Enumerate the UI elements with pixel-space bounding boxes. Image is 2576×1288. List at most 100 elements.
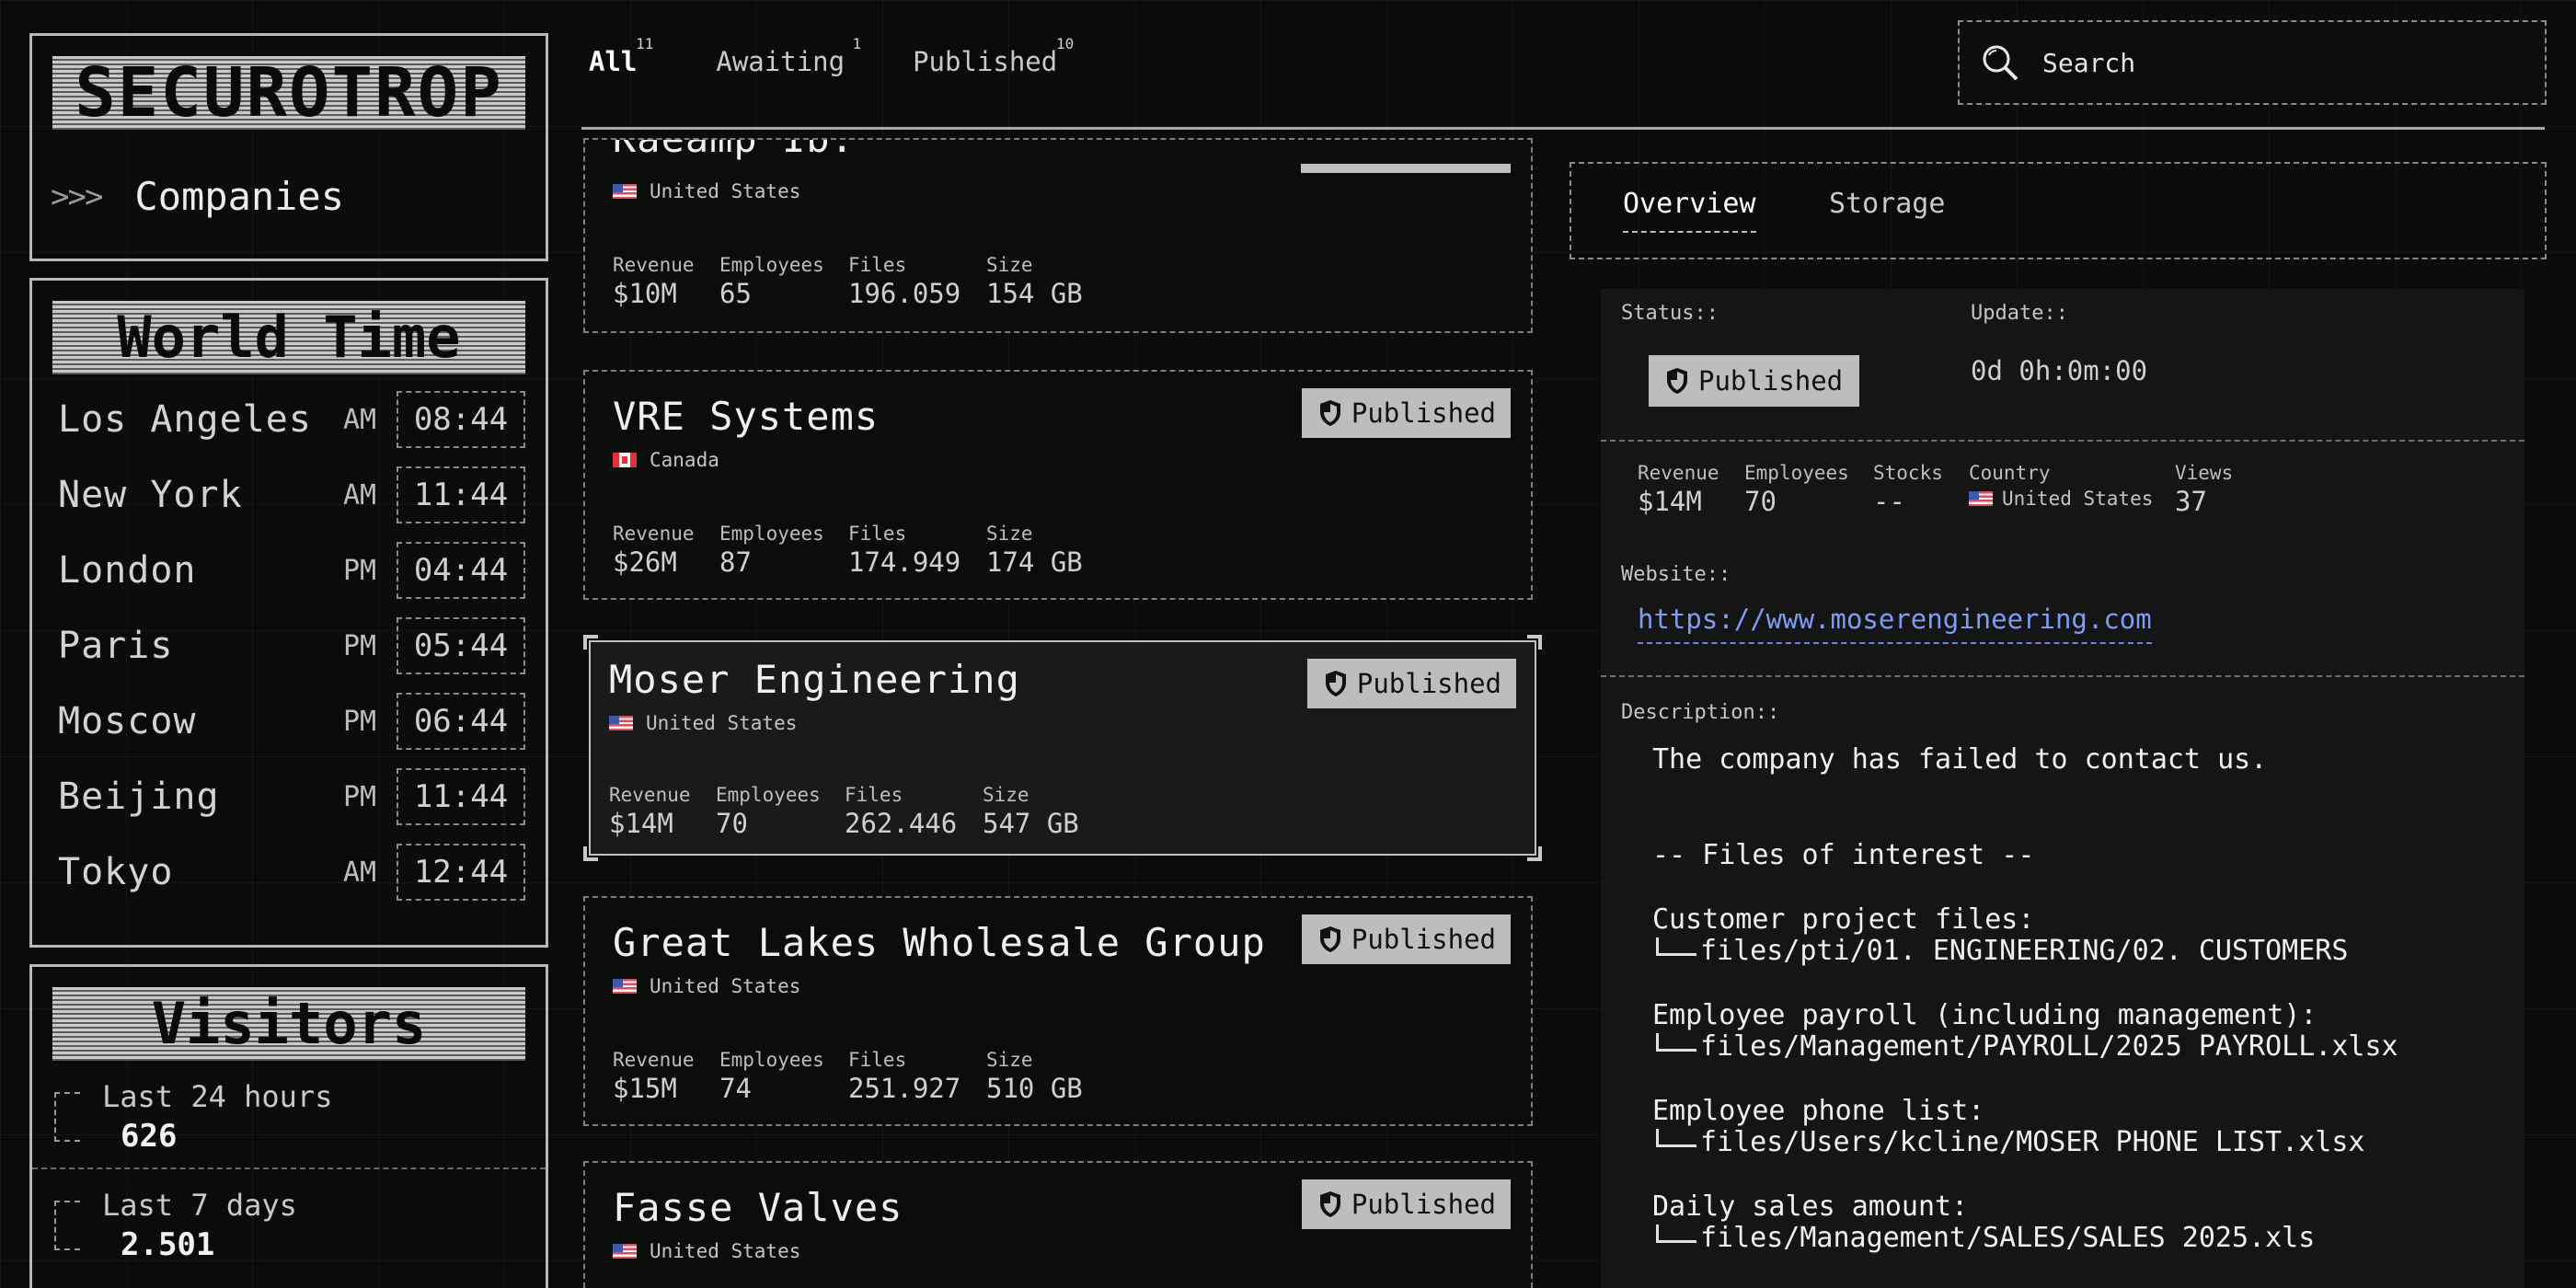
stat-label: Size xyxy=(986,523,1033,545)
company-country: United States xyxy=(613,975,800,997)
city-name: Moscow xyxy=(58,700,197,742)
us-flag-icon xyxy=(613,979,637,994)
company-card[interactable]: Great Lakes Wholesale Group United State… xyxy=(583,896,1533,1126)
status-label: Status:: xyxy=(1621,302,1719,325)
stat-value: -- xyxy=(1873,486,1905,517)
tab-count: 10 xyxy=(1055,35,1075,52)
stat-value-country: United States xyxy=(1969,488,2175,510)
search-bar[interactable] xyxy=(1958,20,2547,105)
tree-branch-icon xyxy=(1656,937,1696,956)
tab-published[interactable]: Published 10 xyxy=(913,33,1074,98)
company-stats: Revenue $14M Employees 70 Files 262.446 Siz… xyxy=(609,784,1079,839)
stat-label: Employees xyxy=(1744,462,1849,484)
visitor-stat: Last 7 days 2.501 xyxy=(32,1179,546,1280)
file-path: files/Users/kcline/MOSER PHONE LIST.xlsx xyxy=(1652,1126,2364,1158)
stat-revenue: $14M xyxy=(609,808,673,839)
website-link[interactable]: https://www.moserengineering.com xyxy=(1638,604,2152,644)
stat-value: 37 xyxy=(2175,486,2207,517)
stat-label: Revenue xyxy=(609,784,691,806)
visitor-count: 2.501 xyxy=(121,1226,215,1263)
company-stats: Revenue $26M Employees 87 Files 174.949 Siz… xyxy=(613,523,1083,578)
tab-storage[interactable]: Storage xyxy=(1829,188,1945,231)
description-text: Customer project files: xyxy=(1652,903,2035,936)
city-name: London xyxy=(58,549,197,592)
tab-all[interactable]: All 11 xyxy=(589,33,653,98)
tab-overview[interactable]: Overview xyxy=(1623,188,1756,233)
stat-employees: 70 xyxy=(716,808,748,839)
company-card[interactable]: Fasse Valves United States Published xyxy=(583,1161,1533,1288)
visitor-stat: Last 24 hours 626 xyxy=(32,1070,546,1171)
search-input[interactable] xyxy=(2042,47,2521,78)
country-label: United States xyxy=(646,712,798,734)
detail-status-badge: Published xyxy=(1649,355,1860,407)
file-path-text: files/Management/SALES/SALES 2025.xls xyxy=(1700,1222,2316,1254)
badge-label: Published xyxy=(1698,365,1844,397)
website-label: Website:: xyxy=(1621,563,1731,586)
description-text: Employee phone list: xyxy=(1652,1095,1985,1127)
clock-value: 11:44 xyxy=(397,768,525,825)
corner-marker xyxy=(583,635,598,650)
time-row: Paris PM 05:44 xyxy=(58,614,529,678)
clock-value: 08:44 xyxy=(397,391,525,448)
divider xyxy=(1601,440,2524,442)
company-stats: Revenue $15M Employees 74 Files 251.927 Siz… xyxy=(613,1049,1083,1104)
nav-item-label: Companies xyxy=(134,174,344,219)
stat-value: $14M xyxy=(1638,486,1702,517)
company-name: Kaeamp Ib. xyxy=(613,140,855,161)
stat-value: 70 xyxy=(1744,486,1777,517)
status-badge: Published xyxy=(1301,388,1511,438)
ampm: PM xyxy=(343,780,377,813)
ampm: AM xyxy=(343,856,377,889)
stat-label: Files xyxy=(848,254,907,276)
chevrons-right-icon: >>> xyxy=(51,178,103,215)
tree-branch-icon xyxy=(1656,1129,1696,1147)
company-card[interactable]: VRE Systems Canada Published Revenue $26M… xyxy=(583,370,1533,600)
status-badge: Published xyxy=(1301,1179,1511,1229)
stat-employees: 74 xyxy=(719,1073,752,1104)
country-label: United States xyxy=(650,975,801,997)
stat-files: 251.927 xyxy=(848,1073,961,1104)
stat-size: 547 GB xyxy=(983,808,1079,839)
us-flag-icon xyxy=(613,184,637,199)
company-name: Great Lakes Wholesale Group xyxy=(613,920,1266,965)
stat-revenue: $15M xyxy=(613,1073,677,1104)
us-flag-icon xyxy=(613,1244,637,1259)
nav-item-companies[interactable]: >>> Companies xyxy=(51,174,344,219)
stat-label: Revenue xyxy=(613,1049,695,1071)
stat-label: Stocks xyxy=(1873,462,1943,484)
logo-panel: SECUROTROP >>> Companies xyxy=(29,33,548,261)
badge-label: Published xyxy=(1356,668,1501,699)
company-country: Canada xyxy=(613,449,719,471)
tab-awaiting[interactable]: Awaiting 1 xyxy=(716,33,861,98)
clock-value: 05:44 xyxy=(397,617,525,674)
stat-label: Size xyxy=(986,254,1033,276)
clock-value: 04:44 xyxy=(397,542,525,599)
stat-label: Size xyxy=(986,1049,1033,1071)
stat-label: Revenue xyxy=(1638,462,1719,484)
company-name: VRE Systems xyxy=(613,394,880,439)
shield-icon xyxy=(1667,368,1687,394)
stat-label: Employees xyxy=(719,523,824,545)
time-row: Beijing PM 11:44 xyxy=(58,765,529,829)
shield-icon xyxy=(1325,671,1346,696)
stat-files: 262.446 xyxy=(845,808,958,839)
stat-label: Files xyxy=(845,784,903,806)
visitor-label: Last 7 days xyxy=(102,1188,297,1223)
time-row: New York AM 11:44 xyxy=(58,463,529,527)
stat-label: Employees xyxy=(719,1049,824,1071)
stat-employees: 65 xyxy=(719,278,752,309)
file-path-text: files/pti/01. ENGINEERING/02. CUSTOMERS xyxy=(1700,935,2349,967)
bracket-icon xyxy=(54,1201,80,1250)
city-name: Beijing xyxy=(58,776,220,818)
country-label: Canada xyxy=(650,449,719,471)
stat-revenue: $10M xyxy=(613,278,677,309)
stat-files: 196.059 xyxy=(848,278,961,309)
company-stats: Revenue $10M Employees 65 Files 196.059 Siz… xyxy=(613,254,1083,309)
company-card-selected[interactable]: Moser Engineering United States Publishe… xyxy=(583,635,1542,861)
badge-label: Published xyxy=(1351,1189,1496,1220)
stat-label: Revenue xyxy=(613,254,695,276)
company-name: Fasse Valves xyxy=(613,1185,903,1230)
corner-marker xyxy=(583,846,598,861)
company-card[interactable]: Kaeamp Ib. United States Revenue$10M Emp… xyxy=(583,138,1533,333)
badge-label: Published xyxy=(1351,397,1496,429)
